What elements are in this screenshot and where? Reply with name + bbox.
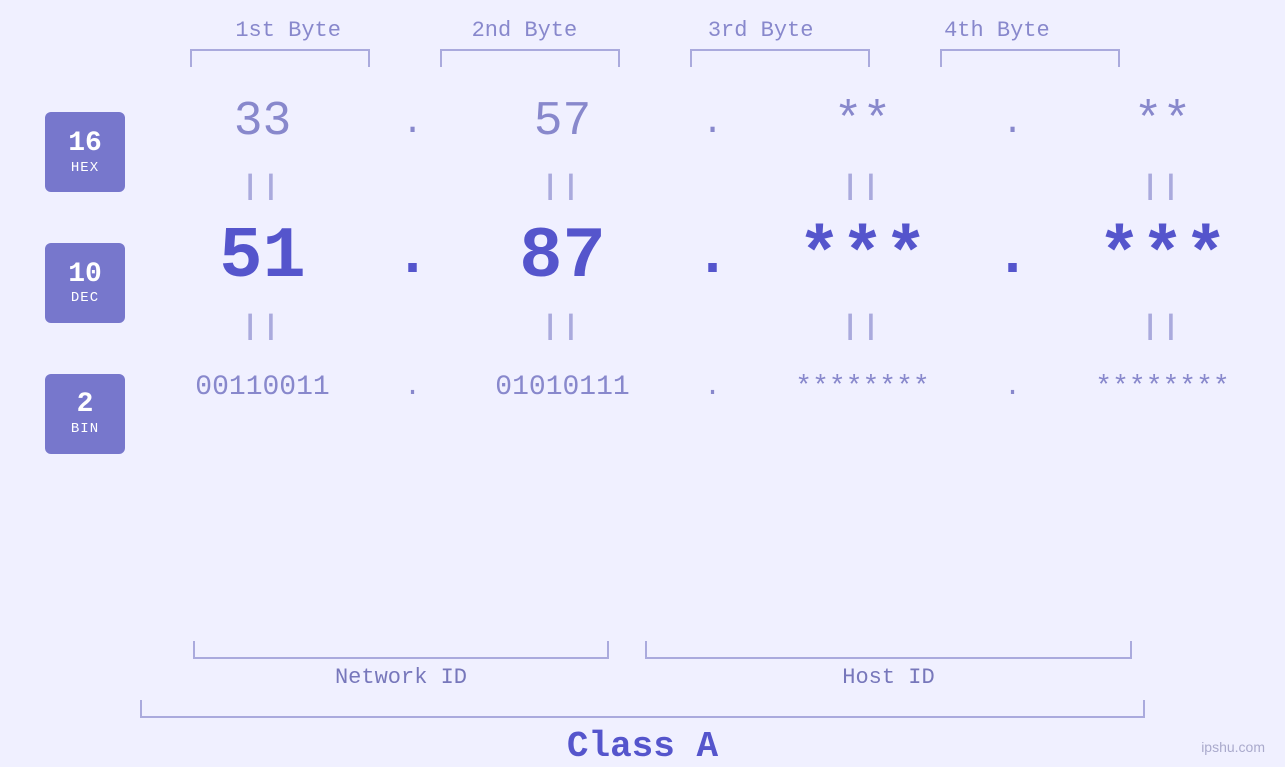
dec-b1-value: 51 <box>219 216 305 298</box>
bin-b3-value: ******** <box>795 372 929 403</box>
bin-badge: 2 BIN <box>45 374 125 454</box>
sep1-b1: || <box>242 172 284 203</box>
hex-b1-value: 33 <box>234 95 292 149</box>
top-bracket-4 <box>920 49 1140 67</box>
byte2-label: 2nd Byte <box>414 18 634 43</box>
host-bracket <box>645 641 1132 659</box>
dec-badge-label: DEC <box>71 290 99 306</box>
top-bracket-1 <box>170 49 390 67</box>
hex-badge-num: 16 <box>68 129 102 160</box>
bin-b2-cell: 01010111 <box>453 372 673 403</box>
bin-b3-cell: ******** <box>753 372 973 403</box>
sep1-b4: || <box>1142 172 1184 203</box>
hex-dot2: . <box>698 102 728 143</box>
sep-row-1: || || || || <box>140 167 1285 207</box>
data-area: 16 HEX 10 DEC 2 BIN 33 . <box>0 77 1285 639</box>
data-columns: 33 . 57 . ** . ** <box>140 77 1285 639</box>
id-labels-row: Network ID Host ID <box>0 665 1285 690</box>
watermark: ipshu.com <box>1201 739 1265 755</box>
class-label: Class A <box>567 726 718 767</box>
sep2-b3: || <box>842 312 884 343</box>
network-bracket <box>193 641 609 659</box>
byte3-label: 3rd Byte <box>651 18 871 43</box>
dec-b4-value: *** <box>1098 216 1228 298</box>
big-bracket-row <box>0 700 1285 718</box>
dec-row: 51 . 87 . *** . *** <box>140 207 1285 307</box>
dec-dot1: . <box>398 223 428 291</box>
bin-b4-cell: ******** <box>1053 372 1273 403</box>
bin-dot2: . <box>698 372 728 403</box>
dec-b3-value: *** <box>798 216 928 298</box>
sep1-b3: || <box>842 172 884 203</box>
bin-badge-label: BIN <box>71 421 99 437</box>
top-brackets <box>0 49 1285 67</box>
top-bracket-3 <box>670 49 890 67</box>
bin-dot1: . <box>398 372 428 403</box>
byte4-label: 4th Byte <box>887 18 1107 43</box>
bin-b2-value: 01010111 <box>495 372 629 403</box>
host-bracket-wrap <box>632 641 1145 659</box>
sep2-b2: || <box>542 312 584 343</box>
dec-b4-cell: *** <box>1053 216 1273 298</box>
bin-b1-cell: 00110011 <box>153 372 373 403</box>
dec-b2-cell: 87 <box>453 216 673 298</box>
hex-row: 33 . 57 . ** . ** <box>140 77 1285 167</box>
hex-b3-cell: ** <box>753 95 973 149</box>
dec-badge-num: 10 <box>68 260 102 291</box>
host-id-label: Host ID <box>632 665 1145 690</box>
bin-b4-value: ******** <box>1095 372 1229 403</box>
hex-b4-cell: ** <box>1053 95 1273 149</box>
dec-dot3: . <box>998 223 1028 291</box>
badges-column: 16 HEX 10 DEC 2 BIN <box>0 77 140 639</box>
network-bracket-wrap <box>170 641 632 659</box>
hex-badge-label: HEX <box>71 160 99 176</box>
dec-b1-cell: 51 <box>153 216 373 298</box>
network-id-label: Network ID <box>170 665 632 690</box>
class-row: Class A <box>0 726 1285 767</box>
main-container: 1st Byte 2nd Byte 3rd Byte 4th Byte 16 H… <box>0 0 1285 767</box>
hex-b3-value: ** <box>834 95 892 149</box>
sep-row-2: || || || || <box>140 307 1285 347</box>
bin-b1-value: 00110011 <box>195 372 329 403</box>
hex-dot1: . <box>398 102 428 143</box>
hex-badge: 16 HEX <box>45 112 125 192</box>
sep2-b1: || <box>242 312 284 343</box>
dec-b2-value: 87 <box>519 216 605 298</box>
top-bracket-2 <box>420 49 640 67</box>
sep1-b2: || <box>542 172 584 203</box>
sep2-b4: || <box>1142 312 1184 343</box>
hex-b4-value: ** <box>1134 95 1192 149</box>
hex-b1-cell: 33 <box>153 95 373 149</box>
bottom-brackets-row <box>0 641 1285 659</box>
dec-dot2: . <box>698 223 728 291</box>
bin-row: 00110011 . 01010111 . ******** . <box>140 347 1285 427</box>
hex-b2-value: 57 <box>534 95 592 149</box>
hex-b2-cell: 57 <box>453 95 673 149</box>
byte-headers: 1st Byte 2nd Byte 3rd Byte 4th Byte <box>0 18 1285 43</box>
dec-b3-cell: *** <box>753 216 973 298</box>
byte1-label: 1st Byte <box>178 18 398 43</box>
bin-badge-num: 2 <box>77 390 94 421</box>
big-bracket <box>140 700 1145 718</box>
hex-dot3: . <box>998 102 1028 143</box>
bin-dot3: . <box>998 372 1028 403</box>
dec-badge: 10 DEC <box>45 243 125 323</box>
